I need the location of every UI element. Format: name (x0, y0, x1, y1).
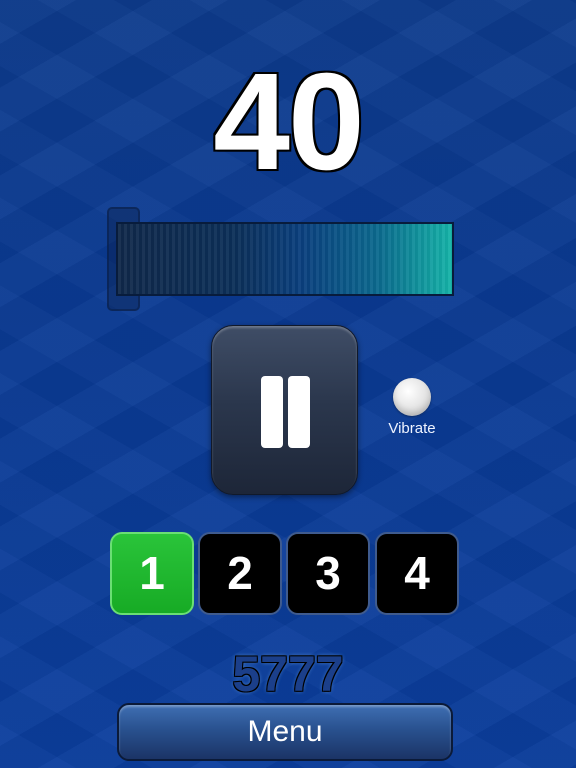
pause-icon (261, 376, 283, 448)
pause-icon-bar (288, 376, 310, 448)
option-4-button[interactable]: 4 (375, 532, 459, 615)
beat-counter: 40 (213, 45, 365, 199)
score-display: 5777 (232, 646, 344, 702)
level-meter (116, 222, 454, 296)
vibrate-label: Vibrate (388, 420, 436, 437)
option-2-button[interactable]: 2 (198, 532, 282, 615)
menu-button[interactable]: Menu (117, 703, 453, 761)
vibrate-toggle[interactable] (393, 378, 431, 416)
option-1-button[interactable]: 1 (110, 532, 194, 615)
option-3-button[interactable]: 3 (286, 532, 370, 615)
pause-button[interactable] (211, 325, 358, 495)
level-meter-fill (118, 224, 452, 294)
